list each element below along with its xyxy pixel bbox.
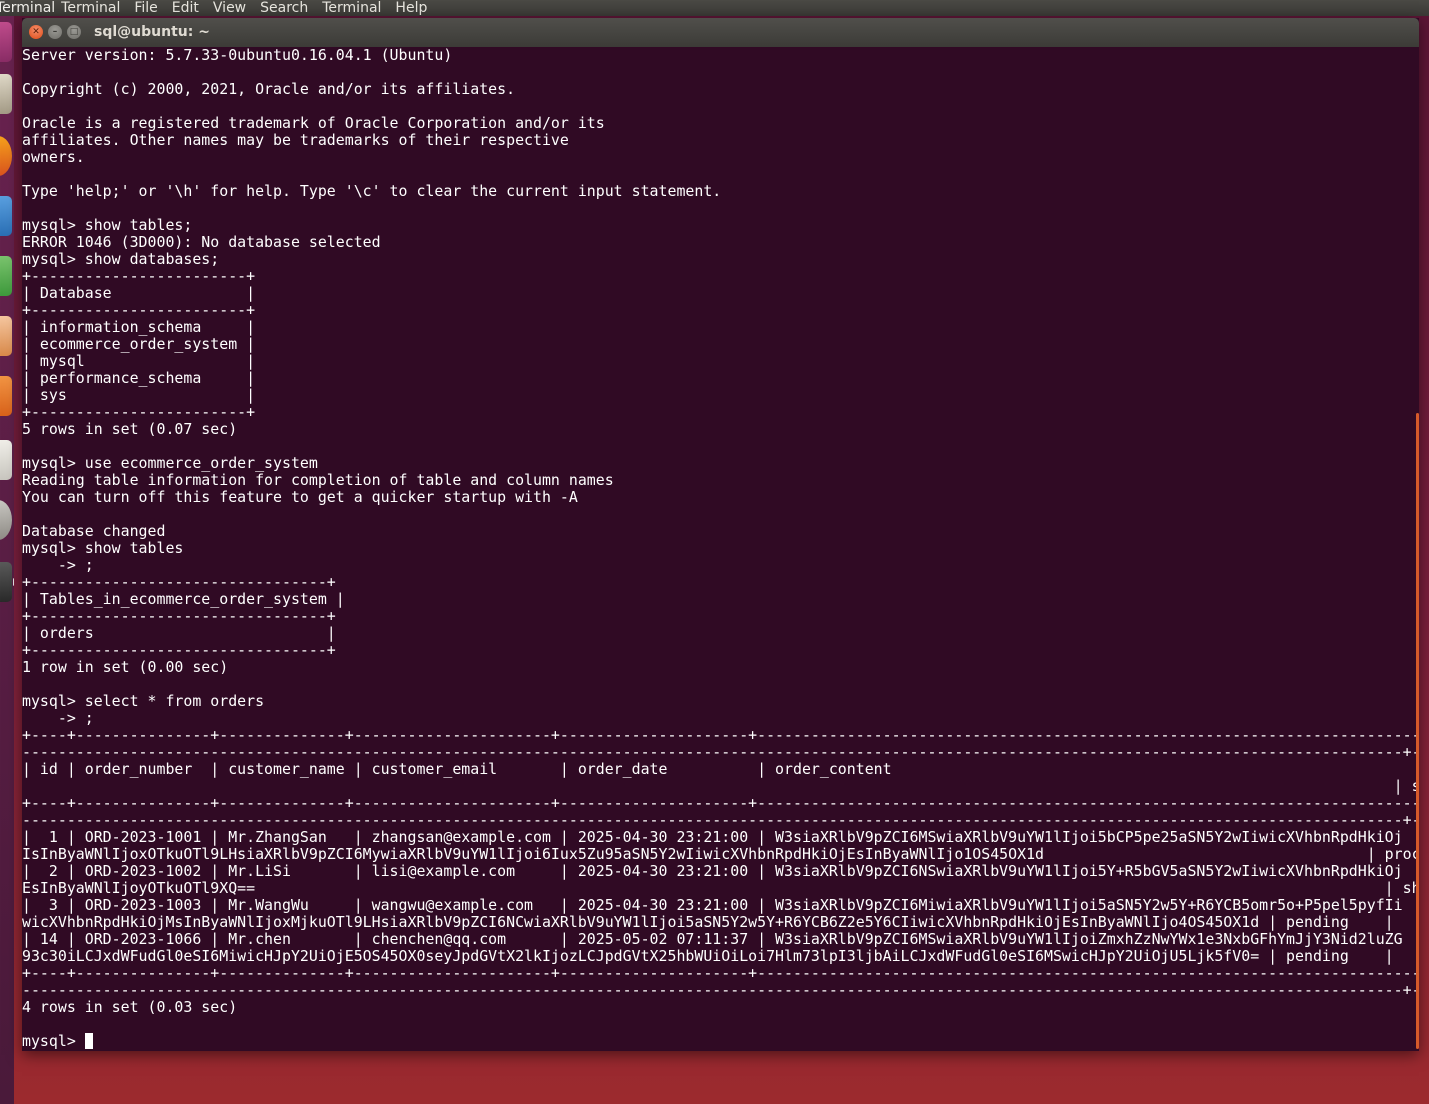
minimize-icon[interactable]: – <box>48 25 62 39</box>
terminal-line: wicXVhbnRpdHkiOjMsInByaWNlIjoxMjkuOTl9LH… <box>22 913 1394 931</box>
menu-terminal[interactable]: Terminal <box>61 0 120 16</box>
terminal-line: Oracle is a registered trademark of Orac… <box>22 114 605 132</box>
menu-search[interactable]: Search <box>260 0 308 16</box>
menu-view[interactable]: View <box>213 0 246 16</box>
terminal-line: | ecommerce_order_system | <box>22 335 256 353</box>
terminal-line: | mysql | <box>22 352 256 370</box>
files-icon[interactable] <box>0 74 12 114</box>
terminal-window: ✕ – □ sql@ubuntu: ~ Server version: 5.7.… <box>22 18 1419 1051</box>
terminal-line: mysql> use ecommerce_order_system <box>22 454 318 472</box>
terminal-line: mysql> show databases; <box>22 250 220 268</box>
terminal-line: +------------------------+ <box>22 301 256 319</box>
terminal-line: -> ; <box>22 556 94 574</box>
desktop-background <box>22 1051 1429 1104</box>
terminal-line: +----+---------------+--------------+---… <box>22 964 1419 982</box>
menu-edit[interactable]: Edit <box>172 0 199 16</box>
terminal-line: owners. <box>22 148 85 166</box>
terminal-line: +------------------------+ <box>22 267 256 285</box>
terminal-line: +---------------------------------+ <box>22 607 336 625</box>
terminal-line: +----+---------------+--------------+---… <box>22 726 1419 744</box>
terminal-line: | performance_schema | <box>22 369 256 387</box>
firefox-icon[interactable] <box>0 136 12 176</box>
terminal-launcher-icon[interactable] <box>0 562 12 602</box>
terminal-line: mysql> show tables; <box>22 216 193 234</box>
terminal-line: EsInByaWNlIjoyOTkuOTl9XQ== | shipped | <box>22 879 1419 897</box>
close-icon[interactable]: ✕ <box>29 25 43 39</box>
scrollbar-thumb[interactable] <box>1416 413 1419 1049</box>
terminal-line: affiliates. Other names may be trademark… <box>22 131 569 149</box>
window-titlebar[interactable]: ✕ – □ sql@ubuntu: ~ <box>22 18 1419 47</box>
terminal-line: -> ; <box>22 709 94 727</box>
terminal-line: | Database | <box>22 284 256 302</box>
menu-help[interactable]: Help <box>395 0 427 16</box>
terminal-line: | 14 | ORD-2023-1066 | Mr.chen | chenche… <box>22 930 1403 948</box>
terminal-line: 1 row in set (0.00 sec) <box>22 658 229 676</box>
top-menu-bar: Terminal Terminal File Edit View Search … <box>0 0 1429 16</box>
terminal-line: +---------------------------------+ <box>22 641 336 659</box>
menu-file[interactable]: File <box>134 0 157 16</box>
terminal-line: mysql> select * from orders <box>22 692 265 710</box>
terminal-line: Reading table information for completion… <box>22 471 614 489</box>
terminal-line: ----------------------------------------… <box>22 743 1419 761</box>
terminal-output[interactable]: Server version: 5.7.33-0ubuntu0.16.04.1 … <box>22 47 1419 1050</box>
terminal-line: ----------------------------------------… <box>22 811 1419 829</box>
maximize-icon[interactable]: □ <box>67 25 81 39</box>
active-app-name: Terminal <box>0 0 56 16</box>
terminal-line: | orders | <box>22 624 336 642</box>
terminal-line: | 1 | ORD-2023-1001 | Mr.ZhangSan | zhan… <box>22 828 1403 846</box>
terminal-line: | id | order_number | customer_name | cu… <box>22 760 892 778</box>
terminal-line: Type 'help;' or '\h' for help. Type '\c'… <box>22 182 722 200</box>
terminal-line: +------------------------+ <box>22 403 256 421</box>
menu-terminal-2[interactable]: Terminal <box>322 0 381 16</box>
terminal-line: You can turn off this feature to get a q… <box>22 488 578 506</box>
dash-home-icon[interactable] <box>0 22 12 62</box>
terminal-line: Copyright (c) 2000, 2021, Oracle and/or … <box>22 80 516 98</box>
terminal-line: | sys | <box>22 386 256 404</box>
settings-icon[interactable] <box>0 500 12 540</box>
terminal-line: | Tables_in_ecommerce_order_system | <box>22 590 345 608</box>
terminal-line: 4 rows in set (0.03 sec) <box>22 998 238 1016</box>
active-app-arrow-icon <box>13 578 14 586</box>
terminal-line: Server version: 5.7.33-0ubuntu0.16.04.1 … <box>22 47 453 64</box>
software-center-icon[interactable] <box>0 376 12 416</box>
terminal-line: | 3 | ORD-2023-1003 | Mr.WangWu | wangwu… <box>22 896 1403 914</box>
mysql-prompt: mysql> <box>22 1032 85 1050</box>
window-title: sql@ubuntu: ~ <box>94 24 210 40</box>
terminal-line: 93c30iLCJxdWFudGl0eSI6MiwicHJpY2UiOjE5OS… <box>22 947 1394 965</box>
terminal-line: | status | <box>22 777 1419 795</box>
terminal-line: | information_schema | <box>22 318 256 336</box>
calc-icon[interactable] <box>0 256 12 296</box>
writer-icon[interactable] <box>0 196 12 236</box>
terminal-line: 5 rows in set (0.07 sec) <box>22 420 238 438</box>
text-cursor <box>84 1033 93 1049</box>
terminal-content[interactable]: Server version: 5.7.33-0ubuntu0.16.04.1 … <box>22 47 1419 1051</box>
impress-icon[interactable] <box>0 316 12 356</box>
terminal-line: +---------------------------------+ <box>22 573 336 591</box>
prompt-line[interactable]: mysql> <box>22 1033 1419 1050</box>
launcher-dock <box>0 16 14 1104</box>
amazon-icon[interactable] <box>0 440 12 480</box>
terminal-line: Database changed <box>22 522 166 540</box>
terminal-line: +----+---------------+--------------+---… <box>22 794 1419 812</box>
terminal-line: mysql> show tables <box>22 539 184 557</box>
terminal-line: | 2 | ORD-2023-1002 | Mr.LiSi | lisi@exa… <box>22 862 1403 880</box>
terminal-line: ERROR 1046 (3D000): No database selected <box>22 233 381 251</box>
terminal-line: ----------------------------------------… <box>22 981 1419 999</box>
terminal-line: IsInByaWNlIjoxOTkuOTl9LHsiaXRlbV9pZCI6My… <box>22 845 1419 863</box>
